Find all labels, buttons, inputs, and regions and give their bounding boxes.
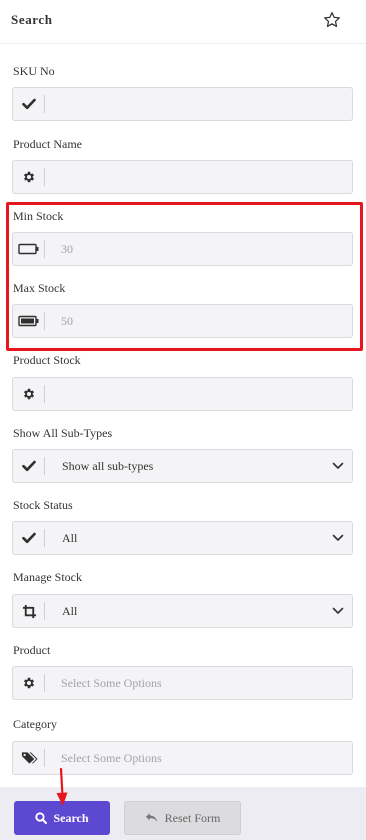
panel-header: Search <box>0 0 366 44</box>
sku-no-field[interactable] <box>12 87 353 121</box>
tags-icon <box>13 742 45 774</box>
icon-separator <box>44 602 45 620</box>
icon-separator <box>44 457 45 475</box>
gear-icon <box>13 667 45 699</box>
check-icon <box>13 450 45 482</box>
icon-separator <box>44 529 45 547</box>
undo-icon <box>145 813 157 823</box>
manage-stock-select[interactable]: All <box>12 594 353 628</box>
product-stock-field[interactable] <box>12 377 353 411</box>
crop-icon <box>13 595 45 627</box>
icon-separator <box>44 168 45 186</box>
product-label: Product <box>13 643 51 657</box>
chevron-down-icon <box>332 462 344 469</box>
sku-no-label: SKU No <box>13 64 55 78</box>
product-placeholder: Select Some Options <box>61 676 162 690</box>
show-all-sub-types-selected: Show all sub-types <box>62 459 154 473</box>
product-stock-label: Product Stock <box>13 353 81 367</box>
reset-form-button-label: Reset Form <box>164 810 221 825</box>
chevron-down-icon <box>332 607 344 614</box>
star-icon[interactable] <box>322 10 342 30</box>
check-icon <box>13 88 45 120</box>
stock-status-label: Stock Status <box>13 498 73 512</box>
arrow-annotation-icon <box>56 768 68 806</box>
reset-form-button[interactable]: Reset Form <box>124 801 241 835</box>
panel-title: Search <box>11 12 53 27</box>
check-icon <box>13 522 45 554</box>
icon-separator <box>44 385 45 403</box>
product-name-label: Product Name <box>13 137 82 151</box>
manage-stock-selected: All <box>62 604 78 618</box>
gear-icon <box>13 161 45 193</box>
highlight-annotation-box <box>6 202 363 351</box>
icon-separator <box>44 674 45 692</box>
chevron-down-icon <box>332 534 344 541</box>
manage-stock-label: Manage Stock <box>13 570 82 584</box>
category-label: Category <box>13 717 57 731</box>
product-select[interactable]: Select Some Options <box>12 666 353 700</box>
product-name-field[interactable] <box>12 160 353 194</box>
icon-separator <box>44 95 45 113</box>
show-all-sub-types-select[interactable]: Show all sub-types <box>12 449 353 483</box>
category-placeholder: Select Some Options <box>61 751 162 765</box>
search-icon <box>35 812 48 824</box>
stock-status-selected: All <box>62 531 78 545</box>
icon-separator <box>44 749 45 767</box>
gear-icon <box>13 378 45 410</box>
show-all-sub-types-label: Show All Sub-Types <box>13 426 113 440</box>
search-button-label: Search <box>53 810 89 825</box>
stock-status-select[interactable]: All <box>12 521 353 555</box>
